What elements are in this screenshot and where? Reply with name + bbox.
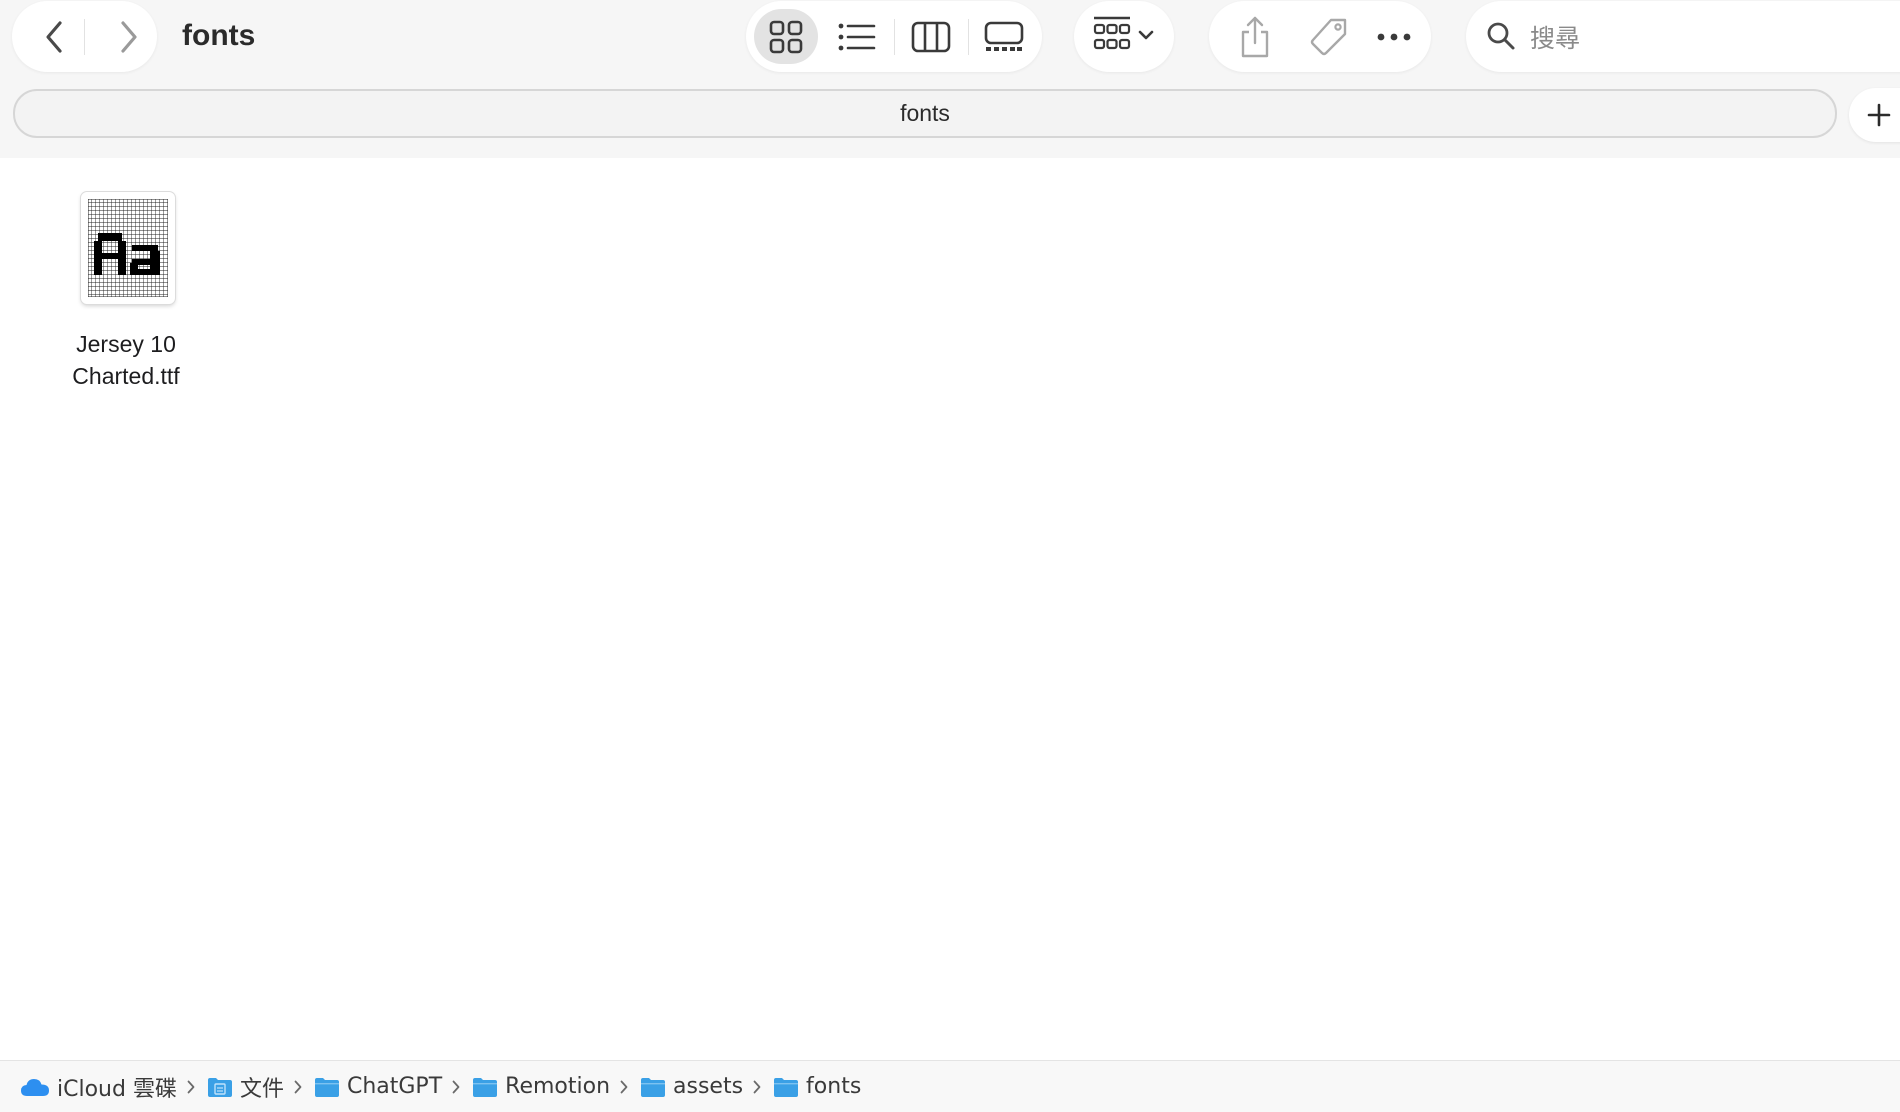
breadcrumb-assets[interactable]: assets: [640, 1074, 743, 1099]
breadcrumb-fonts[interactable]: fonts: [773, 1074, 861, 1099]
plus-icon: [1867, 103, 1891, 127]
group-by-content: [1092, 15, 1154, 55]
file-item[interactable]: Jersey 10 Charted.ttf: [50, 192, 202, 392]
folder-icon: [473, 1077, 498, 1097]
tag-button[interactable]: [1299, 9, 1359, 64]
actions-group: [1209, 1, 1431, 72]
breadcrumb-icloud[interactable]: iCloud 雲碟: [20, 1071, 177, 1103]
breadcrumb-documents[interactable]: 文件: [207, 1071, 284, 1103]
path-bar: iCloud 雲碟 文件 ChatGPT Remotion assets fon…: [0, 1060, 1900, 1112]
chevron-down-icon: [1138, 30, 1154, 40]
group-grid-icon: [1093, 16, 1131, 50]
columns-icon: [911, 21, 951, 52]
toolbar: fonts: [0, 0, 1900, 80]
breadcrumb-chatgpt[interactable]: ChatGPT: [314, 1074, 442, 1099]
breadcrumb-label: iCloud 雲碟: [57, 1076, 177, 1102]
icon-view-button[interactable]: [754, 9, 818, 64]
chevron-right-icon: [620, 1080, 628, 1093]
breadcrumb-remotion[interactable]: Remotion: [472, 1074, 610, 1099]
breadcrumb-separator: [620, 1080, 628, 1094]
share-button[interactable]: [1225, 9, 1285, 64]
view-divider: [894, 19, 895, 55]
view-divider: [968, 19, 969, 55]
more-icon: [1377, 33, 1411, 40]
font-file-thumbnail: [80, 192, 175, 304]
chevron-right-icon: [753, 1080, 761, 1093]
tab-bar: fonts: [0, 80, 1900, 158]
file-name: Jersey 10 Charted.ttf: [46, 328, 206, 392]
chevron-left-icon: [46, 20, 62, 53]
breadcrumb-label: Remotion: [505, 1074, 611, 1099]
search-icon-wrap: [1486, 21, 1516, 56]
folder-icon: [774, 1077, 799, 1097]
folder-icon: [641, 1077, 666, 1097]
back-button[interactable]: [20, 1, 90, 72]
folder-icon: [314, 1077, 339, 1097]
group-by-button[interactable]: [1074, 1, 1174, 72]
breadcrumb-label: 文件: [239, 1076, 284, 1102]
chevron-right-icon: [187, 1080, 195, 1093]
nav-divider: [84, 19, 85, 55]
file-browser-content: Jersey 10 Charted.ttf: [0, 158, 1900, 1060]
view-mode-group: [746, 1, 1042, 72]
icloud-icon: [21, 1078, 49, 1096]
search-field[interactable]: [1466, 1, 1900, 72]
chevron-right-icon: [121, 20, 137, 53]
file-name-line: Jersey 10: [76, 331, 176, 357]
breadcrumb-separator: [753, 1080, 761, 1094]
window-title: fonts: [182, 19, 256, 52]
breadcrumb-label: fonts: [806, 1074, 862, 1099]
breadcrumb-separator: [294, 1080, 302, 1094]
chevron-right-icon: [294, 1080, 302, 1093]
chevron-right-icon: [452, 1080, 460, 1093]
tab-label: fonts: [900, 100, 950, 126]
breadcrumb-separator: [187, 1080, 195, 1094]
breadcrumb-label: assets: [673, 1074, 744, 1099]
navigation-group: [12, 1, 157, 72]
more-button[interactable]: [1364, 9, 1424, 64]
tag-icon: [1310, 18, 1347, 55]
forward-button[interactable]: [93, 1, 163, 72]
share-icon: [1241, 16, 1269, 57]
grid-icon: [769, 20, 803, 53]
list-icon: [838, 23, 876, 50]
gallery-icon: [984, 21, 1024, 51]
tab-fonts[interactable]: fonts: [13, 89, 1837, 138]
finder-window: fonts 搜尋 fonts Jersey 10 Charted.ttf iCl…: [0, 0, 1900, 1112]
gallery-view-button[interactable]: [972, 9, 1036, 64]
search-icon: [1487, 22, 1515, 50]
new-tab-button[interactable]: [1849, 88, 1900, 142]
documents-folder-icon: [207, 1077, 232, 1097]
breadcrumb-separator: [452, 1080, 460, 1094]
list-view-button[interactable]: [825, 9, 889, 64]
search-input[interactable]: [1528, 16, 1892, 60]
file-name-line: Charted.ttf: [72, 363, 180, 389]
font-file-icon: [87, 199, 168, 297]
breadcrumb-label: ChatGPT: [346, 1074, 443, 1099]
column-view-button[interactable]: [899, 9, 963, 64]
